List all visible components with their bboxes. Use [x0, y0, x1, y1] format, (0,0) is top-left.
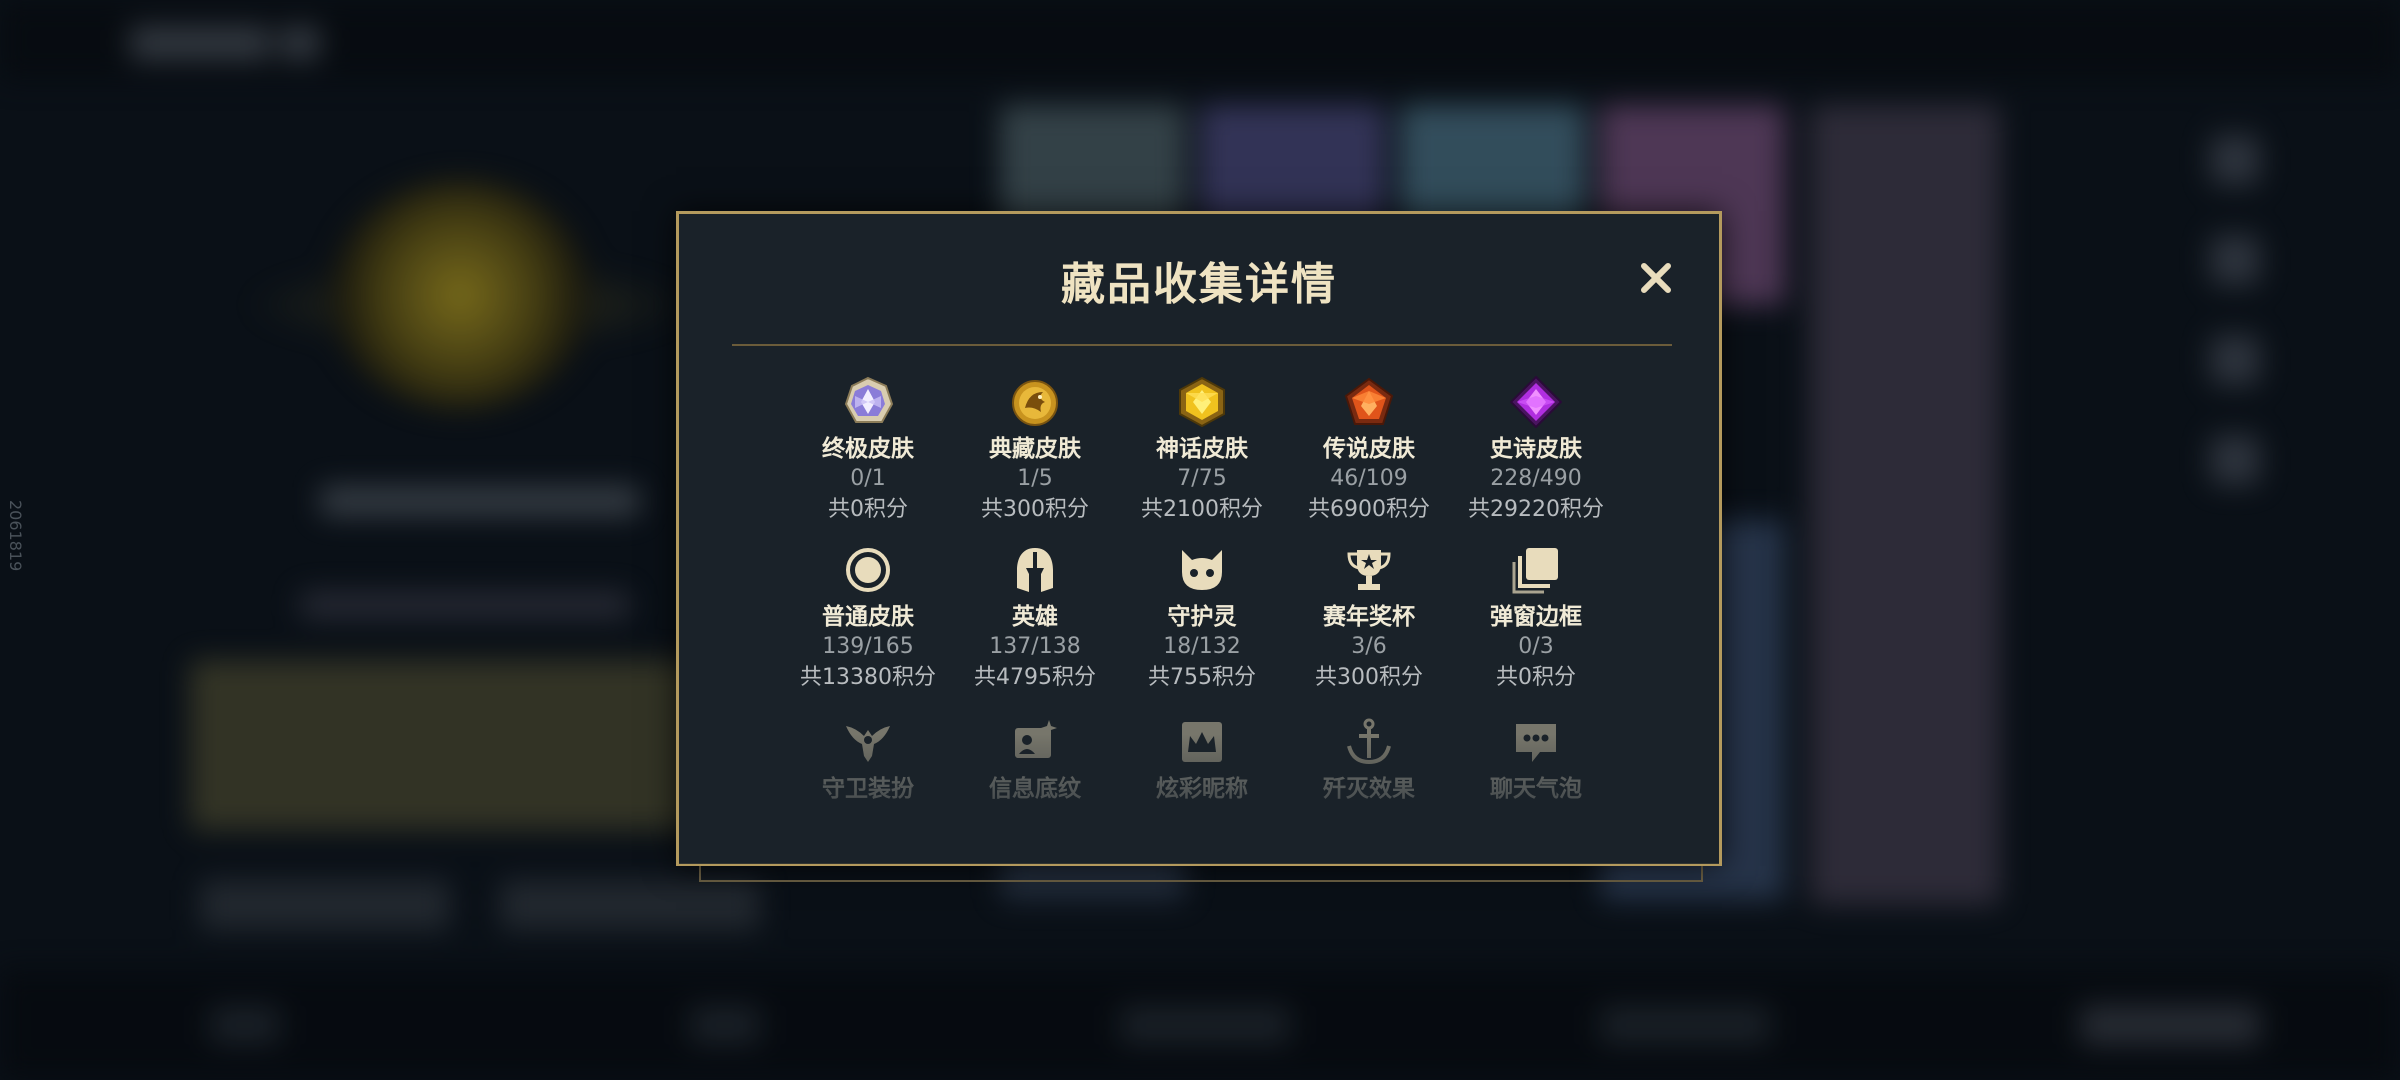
epic-gem-icon — [1510, 376, 1562, 428]
item-points: 共300积分 — [981, 497, 1089, 522]
item-label: 聊天气泡 — [1490, 776, 1582, 802]
frame-stack-icon — [1512, 548, 1558, 594]
item-label: 守卫装扮 — [822, 776, 914, 802]
collection-item-info-pattern[interactable]: 信息底纹 — [951, 716, 1119, 804]
bg-bottom-item — [690, 1005, 760, 1045]
ring-icon — [846, 548, 890, 592]
collection-item-guardian[interactable]: 守护灵 18/132 共755积分 — [1118, 544, 1286, 694]
bg-emblem — [330, 180, 590, 410]
item-count: 137/138 — [989, 634, 1081, 659]
item-points: 共2100积分 — [1141, 497, 1263, 522]
side-code: 2061819 — [6, 500, 25, 572]
bg-title-block — [130, 26, 270, 60]
item-points: 共13380积分 — [800, 665, 936, 690]
item-count: 0/1 — [850, 466, 886, 491]
item-points: 共6900积分 — [1308, 497, 1430, 522]
item-label: 神话皮肤 — [1156, 436, 1248, 462]
collection-item-heroes[interactable]: 英雄 137/138 共4795积分 — [951, 544, 1119, 694]
item-label: 歼灭效果 — [1323, 776, 1415, 802]
bg-bottom-item — [1600, 1005, 1770, 1045]
dragon-medallion-icon — [1012, 380, 1058, 426]
collection-item-kill-effect[interactable]: 歼灭效果 — [1285, 716, 1453, 804]
bg-bottom-item — [210, 1005, 280, 1045]
guardian-pet-icon — [1182, 550, 1222, 590]
collection-item-normal-skin[interactable]: 普通皮肤 139/165 共13380积分 — [784, 544, 952, 694]
item-label: 传说皮肤 — [1323, 436, 1415, 462]
item-label: 弹窗边框 — [1490, 604, 1582, 630]
bg-player-name — [320, 486, 640, 516]
helmet-icon — [1017, 548, 1053, 592]
item-count: 18/132 — [1163, 634, 1241, 659]
item-points: 共0积分 — [828, 497, 908, 522]
item-points: 共755积分 — [1148, 665, 1256, 690]
ward-skin-icon — [846, 726, 890, 762]
item-label: 英雄 — [1012, 604, 1058, 630]
collection-details-modal: 藏品收集详情 终极皮肤 0/1 共0积分 典藏皮肤 1/5 共300积分 神话皮… — [676, 211, 1722, 866]
collection-item-ultimate[interactable]: 终极皮肤 0/1 共0积分 — [784, 376, 952, 526]
bg-side-icon — [2210, 435, 2260, 485]
item-count: 139/165 — [822, 634, 914, 659]
item-label: 赛年奖杯 — [1323, 604, 1415, 630]
anchor-icon — [1347, 718, 1391, 765]
close-icon[interactable] — [1634, 256, 1678, 300]
item-count: 0/3 — [1518, 634, 1554, 659]
bg-side-icon — [2210, 335, 2260, 385]
item-label: 普通皮肤 — [822, 604, 914, 630]
collection-item-ward-skin[interactable]: 守卫装扮 — [784, 716, 952, 804]
item-label: 守护灵 — [1167, 604, 1237, 630]
bg-skin-tall-card — [1810, 105, 2000, 905]
collection-item-season-trophy[interactable]: 赛年奖杯 3/6 共300积分 — [1285, 544, 1453, 694]
collection-item-popup-frame[interactable]: 弹窗边框 0/3 共0积分 — [1452, 544, 1620, 694]
item-label: 炫彩昵称 — [1156, 776, 1248, 802]
item-label: 信息底纹 — [989, 776, 1081, 802]
collection-item-prestige[interactable]: 典藏皮肤 1/5 共300积分 — [951, 376, 1119, 526]
collection-item-colorful-nickname[interactable]: 炫彩昵称 — [1118, 716, 1286, 804]
item-points: 共29220积分 — [1468, 497, 1604, 522]
bg-button-1 — [200, 880, 450, 930]
collection-item-chat-bubble[interactable]: 聊天气泡 — [1452, 716, 1620, 804]
item-label: 终极皮肤 — [822, 436, 914, 462]
bg-side-icon — [2210, 135, 2260, 185]
item-points: 共4795积分 — [974, 665, 1096, 690]
ultimate-gem-icon — [844, 376, 894, 423]
item-count: 7/75 — [1177, 466, 1227, 491]
crown-card-icon — [1182, 722, 1222, 762]
item-label: 史诗皮肤 — [1490, 436, 1582, 462]
item-points: 共0积分 — [1496, 665, 1576, 690]
card-sparkle-icon — [1015, 720, 1057, 758]
collection-item-legendary[interactable]: 传说皮肤 46/109 共6900积分 — [1285, 376, 1453, 526]
collection-item-epic[interactable]: 史诗皮肤 228/490 共29220积分 — [1452, 376, 1620, 526]
collection-item-mythic[interactable]: 神话皮肤 7/75 共2100积分 — [1118, 376, 1286, 526]
item-count: 46/109 — [1330, 466, 1408, 491]
trophy-icon — [1347, 550, 1391, 590]
bg-info-panel — [190, 660, 710, 830]
title-divider — [732, 344, 1672, 346]
modal-title: 藏品收集详情 — [1061, 259, 1337, 310]
item-label: 典藏皮肤 — [989, 436, 1081, 462]
chat-bubble-icon — [1516, 724, 1556, 762]
bg-top-bar — [0, 0, 2400, 80]
legendary-gem-icon — [1344, 377, 1394, 425]
item-points: 共300积分 — [1315, 665, 1423, 690]
item-count: 3/6 — [1351, 634, 1387, 659]
bg-bottom-item — [1120, 1005, 1290, 1045]
bg-button-2 — [500, 880, 760, 930]
bg-bottom-item — [2080, 1005, 2260, 1045]
item-count: 228/490 — [1490, 466, 1582, 491]
bg-title-block-2 — [280, 26, 320, 60]
item-count: 1/5 — [1017, 466, 1053, 491]
mythic-gem-icon — [1179, 376, 1225, 428]
bg-side-icon — [2210, 235, 2260, 285]
bg-player-subtitle — [300, 592, 630, 618]
